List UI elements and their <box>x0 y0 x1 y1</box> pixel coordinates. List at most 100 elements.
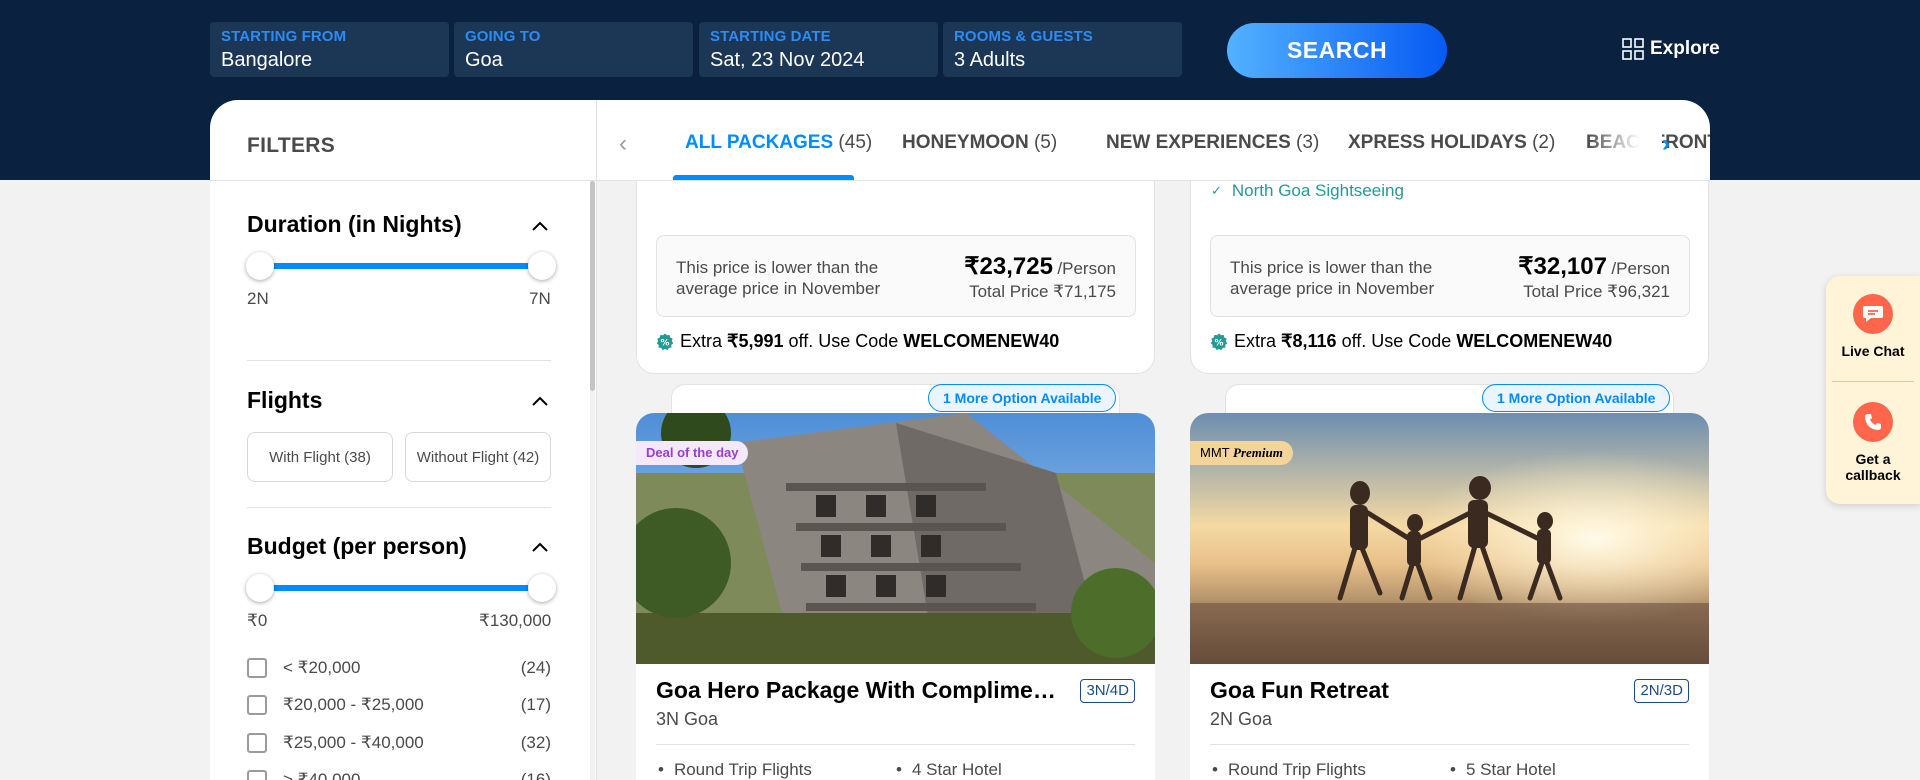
rooms-guests-value: 3 Adults <box>954 49 1026 71</box>
filters-header: FILTERS <box>210 100 597 181</box>
offer-amount: ₹8,116 <box>1281 331 1337 351</box>
package-card[interactable]: Deal of the day Goa Hero Package With Co… <box>636 413 1155 780</box>
rooms-guests-field[interactable]: ROOMS & GUESTS 3 Adults <box>943 22 1182 77</box>
tab-all-packages[interactable]: ALL PACKAGES (45) <box>685 132 872 154</box>
divider <box>1210 744 1689 745</box>
tab-new-experiences[interactable]: NEW EXPERIENCES (3) <box>1106 132 1319 154</box>
flights-title: Flights <box>247 387 323 413</box>
duration-badge: 2N/3D <box>1634 679 1689 703</box>
live-chat-button[interactable]: Live Chat <box>1826 294 1920 359</box>
rooms-guests-label: ROOMS & GUESTS <box>954 28 1093 45</box>
budget-option-count: (24) <box>520 658 551 677</box>
budget-min-knob[interactable] <box>246 574 274 602</box>
duration-slider-track[interactable] <box>260 263 542 269</box>
more-options-badge[interactable]: 1 More Option Available <box>1482 384 1671 412</box>
chevron-right-icon[interactable]: › <box>1662 130 1670 158</box>
chat-icon <box>1853 294 1893 334</box>
budget-option-label: > ₹40,000 <box>283 770 361 780</box>
offer-code: WELCOMENEW40 <box>1456 331 1613 351</box>
search-button[interactable]: SEARCH <box>1227 23 1447 78</box>
checkbox[interactable] <box>247 733 267 753</box>
package-card[interactable]: MMT Premium Goa Fun Retreat 2N/3D 2N Goa… <box>1190 413 1709 780</box>
starting-date-field[interactable]: STARTING DATE Sat, 23 Nov 2024 <box>699 22 938 77</box>
offer-line: % Extra ₹5,991 off. Use Code WELCOMENEW4… <box>656 331 1059 352</box>
check-icon: ✓ <box>1211 183 1222 198</box>
price-per: /Person <box>1057 259 1116 278</box>
price-note: This price is lower than the average pri… <box>1230 258 1435 298</box>
chevron-left-icon[interactable]: ‹ <box>619 130 627 158</box>
feature-item: 5 Star Hotel <box>1450 760 1556 780</box>
grid-icon <box>1622 38 1644 60</box>
svg-text:%: % <box>660 338 669 348</box>
going-to-field[interactable]: GOING TO Goa <box>454 22 693 77</box>
tab-honeymoon[interactable]: HONEYMOON (5) <box>902 132 1057 154</box>
budget-max-label: ₹130,000 <box>479 611 552 630</box>
price-per: /Person <box>1611 259 1670 278</box>
package-title[interactable]: Goa Fun Retreat <box>1210 677 1610 704</box>
divider <box>656 744 1135 745</box>
budget-option[interactable]: < ₹20,000 (24) <box>247 656 551 680</box>
duration-max-label: 7N <box>529 289 551 308</box>
budget-option[interactable]: > ₹40,000 (16) <box>247 768 551 780</box>
budget-option-label: ₹20,000 - ₹25,000 <box>283 695 424 714</box>
explore-link[interactable]: Explore <box>1622 38 1720 60</box>
starting-from-field[interactable]: STARTING FROM Bangalore <box>210 22 449 77</box>
budget-option[interactable]: ₹25,000 - ₹40,000 (32) <box>247 731 551 755</box>
callback-label: Get a callback <box>1845 451 1901 483</box>
package-image: MMT Premium <box>1190 413 1709 664</box>
price-box: This price is lower than the average pri… <box>656 235 1136 317</box>
package-card-price-section[interactable]: ✓ North Goa Sightseeing This price is lo… <box>1190 181 1709 374</box>
budget-option[interactable]: ₹20,000 - ₹25,000 (17) <box>247 693 551 717</box>
sightseeing-label: North Goa Sightseeing <box>1231 181 1404 200</box>
total-price: Total Price ₹71,175 <box>969 282 1116 301</box>
offer-line: % Extra ₹8,116 off. Use Code WELCOMENEW4… <box>1210 331 1612 352</box>
checkbox[interactable] <box>247 695 267 715</box>
checkbox[interactable] <box>247 770 267 780</box>
explore-label: Explore <box>1650 38 1720 59</box>
budget-max-knob[interactable] <box>528 574 556 602</box>
price-info: ₹23,725 /Person Total Price ₹71,175 <box>964 252 1116 302</box>
going-to-value: Goa <box>465 49 503 71</box>
duration-title: Duration (in Nights) <box>247 211 462 237</box>
sidebar-scroll-thumb[interactable] <box>590 181 595 391</box>
chevron-up-icon[interactable] <box>530 394 550 408</box>
more-options-badge[interactable]: 1 More Option Available <box>928 384 1117 412</box>
package-destination: 3N Goa <box>656 709 719 729</box>
package-image: Deal of the day <box>636 413 1155 664</box>
divider <box>247 507 551 508</box>
duration-max-knob[interactable] <box>528 252 556 280</box>
deal-tag: Deal of the day <box>636 441 749 465</box>
package-tabs: ‹ ALL PACKAGES (45) HONEYMOON (5) NEW EX… <box>597 100 1710 181</box>
sightseeing-item: ✓ North Goa Sightseeing <box>1211 181 1404 201</box>
offer-prefix: Extra <box>1234 331 1277 351</box>
package-title[interactable]: Goa Hero Package With Complimentary Acti… <box>656 677 1056 704</box>
offer-amount: ₹5,991 <box>727 331 784 351</box>
duration-min-knob[interactable] <box>246 252 274 280</box>
package-card-price-section[interactable]: This price is lower than the average pri… <box>636 181 1155 374</box>
budget-option-label: ₹25,000 - ₹40,000 <box>283 733 424 752</box>
offer-prefix: Extra <box>680 331 723 351</box>
divider <box>247 360 551 361</box>
live-chat-label: Live Chat <box>1841 343 1905 359</box>
price-box: This price is lower than the average pri… <box>1210 235 1690 317</box>
budget-slider-track[interactable] <box>260 585 542 591</box>
going-to-label: GOING TO <box>465 28 541 45</box>
checkbox[interactable] <box>247 658 267 678</box>
help-widget: Live Chat Get a callback <box>1826 276 1920 504</box>
budget-option-label: < ₹20,000 <box>283 658 361 677</box>
offer-code: WELCOMENEW40 <box>903 331 1060 351</box>
tab-xpress-holidays[interactable]: XPRESS HOLIDAYS (2) <box>1348 132 1555 154</box>
budget-option-count: (32) <box>520 733 551 752</box>
with-flight-button[interactable]: With Flight (38) <box>247 432 393 482</box>
starting-date-label: STARTING DATE <box>710 28 831 45</box>
chevron-up-icon[interactable] <box>530 219 550 233</box>
feature-item: Round Trip Flights <box>658 760 812 780</box>
budget-option-count: (17) <box>520 695 551 714</box>
chevron-up-icon[interactable] <box>530 540 550 554</box>
callback-button[interactable]: Get a callback <box>1826 402 1920 483</box>
without-flight-button[interactable]: Without Flight (42) <box>405 432 551 482</box>
budget-min-label: ₹0 <box>247 611 268 630</box>
budget-option-count: (16) <box>520 770 551 780</box>
offer-text: off. Use Code <box>788 331 899 351</box>
price-amount: ₹23,725 <box>964 253 1053 280</box>
